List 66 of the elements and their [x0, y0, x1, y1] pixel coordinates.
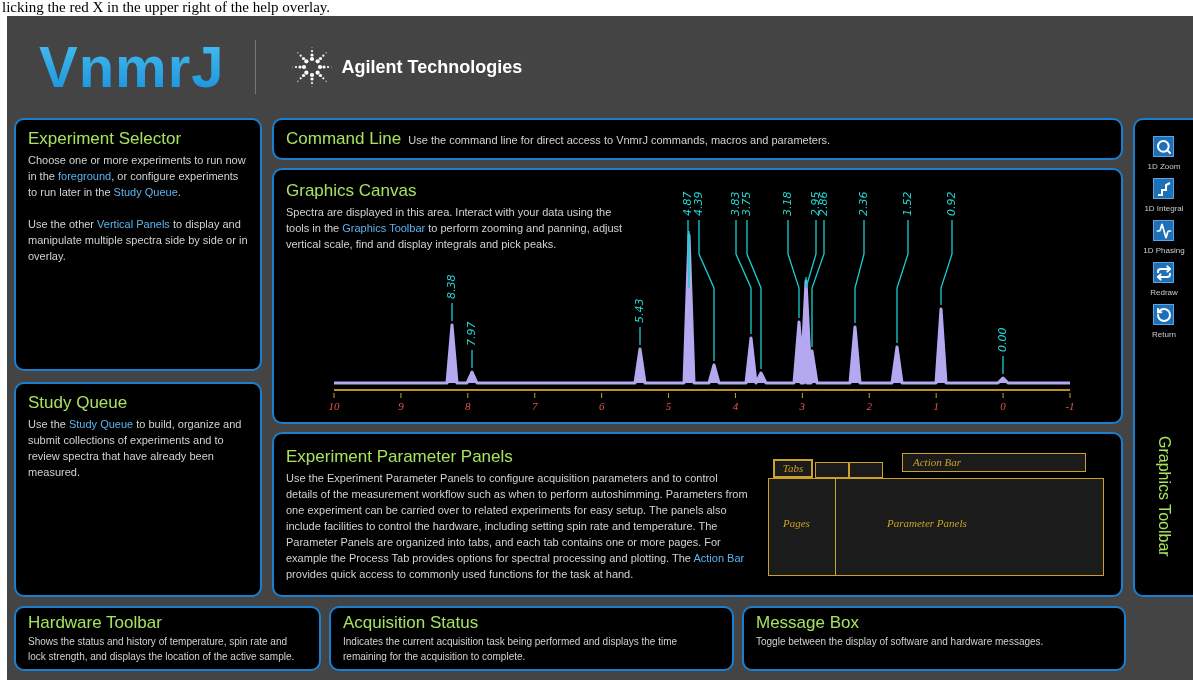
pages-label: Pages — [769, 479, 836, 575]
axis-tick-label: 1 — [933, 400, 939, 412]
peak-label: 3.18 — [781, 191, 794, 216]
peak-label: 3.83 — [729, 191, 742, 216]
caption-text: licking the red X in the upper right of the help overlay. — [2, 0, 332, 15]
axis-tick-label: 4 — [732, 400, 739, 412]
search-icon[interactable] — [1153, 136, 1175, 157]
action-bar-sketch: Action Bar — [902, 453, 1086, 472]
axis-tick-label: -1 — [1065, 400, 1075, 412]
leader-line — [687, 219, 690, 289]
link[interactable]: Study Queue — [68, 418, 134, 430]
peak-label: 1.52 — [901, 191, 914, 216]
description-text: Use the other Vertical Panels to display and manipulate multiple spectra side by side or in overlay. — [28, 217, 248, 264]
peak-label: 0.00 — [996, 327, 1009, 352]
leader-line — [451, 302, 453, 322]
description-text: Use the Study Queue to build, organize and submit collections of experiments and to review spectra that have already been measured. — [28, 417, 243, 480]
toolbar-title: Graphics Toolbar — [1155, 436, 1174, 557]
tab-sketch: Tabs — [773, 459, 813, 478]
leader-line — [1002, 355, 1004, 375]
peak-label: 0.92 — [945, 191, 958, 216]
link[interactable]: Graphics Toolbar — [342, 222, 426, 234]
axis-tick-label: 0 — [1000, 400, 1006, 412]
tool-label: Redraw — [1150, 287, 1178, 299]
description-text: Use the command line for direct access to VnmrJ commands, macros and parameters. — [408, 132, 831, 148]
axis-tick-label: 2 — [866, 400, 872, 412]
cycle-arrows-icon[interactable] — [1153, 262, 1175, 283]
tool-label: Return — [1152, 329, 1176, 341]
panel-title: Experiment Parameter Panels — [286, 446, 514, 468]
description-text: Toggle between the display of software and hardware messages. — [756, 635, 1045, 649]
axis-tick-label: 9 — [398, 400, 404, 412]
peak-label: 4.39 — [692, 191, 705, 216]
description-text: Indicates the current acquisition task being performed and displays the time remaining for the acquisition to complete. — [343, 635, 679, 664]
tool-label: 1D Phasing — [1143, 245, 1185, 257]
description-text: Choose one or more experiments to run now in the foreground, or configure experiments to run later in the Study Queue. — [28, 153, 247, 200]
peak-label: 4.87 — [681, 191, 694, 216]
peak-label: 5.43 — [633, 298, 646, 323]
tool-label: 1D Zoom — [1147, 161, 1181, 173]
peak-label: 8.38 — [445, 274, 458, 299]
panel-title: Acquisition Status — [343, 612, 480, 634]
description-text: Shows the status and history of temperature, spin rate and lock strength, and displays the location of the active sample. — [28, 635, 296, 664]
panel-title: Study Queue — [28, 392, 129, 414]
parameter-panels-label: Parameter Panels — [886, 516, 967, 531]
leader-line — [639, 326, 641, 346]
description-text: Use the Experiment Parameter Panels to configure acquisition parameters and to control details of the measurement workflow such as when to perform autoshimming. Parameters from one experiment can be carried over to related experiments for easy setup. The panels also include facilities to control the hardware, including setting spin rate and temperature. The Parameter Panels are organized into tabs, and each tab contains one or more pages. For example the Process Tab provides options for spectral processing and plotting. The Action Bar provides quick access to commonly used functions for the task at hand. — [286, 471, 749, 582]
company-name: Agilent Technologies — [341, 55, 523, 79]
panel-title: Hardware Toolbar — [28, 612, 163, 634]
panel-title: Experiment Selector — [28, 128, 183, 150]
description-text: Spectra are displayed in this area. Interact with your data using the tools in the Graphics Toolbar to perform zooming and panning, adjust vertical scale, find and display integrals and pick peaks. — [286, 205, 624, 252]
waveform-icon[interactable] — [1153, 220, 1175, 241]
axis-tick-label: 10 — [328, 400, 340, 412]
panel-title: Graphics Canvas — [286, 180, 418, 202]
peak-label: 7.97 — [465, 321, 478, 346]
axis-tick-label: 6 — [598, 400, 605, 412]
panel-title: Message Box — [756, 612, 860, 634]
link[interactable]: Study Queue — [113, 186, 178, 198]
axis-tick-label: 3 — [799, 400, 806, 412]
leader-line — [471, 349, 473, 369]
tool-label: 1D Integral — [1144, 203, 1184, 215]
peak-label: 2.36 — [857, 191, 870, 216]
link[interactable]: Vertical Panels — [97, 218, 170, 230]
axis-tick-label: 5 — [665, 400, 672, 412]
link[interactable]: Action Bar — [693, 552, 745, 564]
axis-tick-label: 8 — [465, 400, 471, 412]
axis-tick-label: 7 — [532, 400, 538, 412]
peak-label: 3.75 — [740, 191, 753, 216]
panel-title: Command Line — [286, 128, 402, 150]
